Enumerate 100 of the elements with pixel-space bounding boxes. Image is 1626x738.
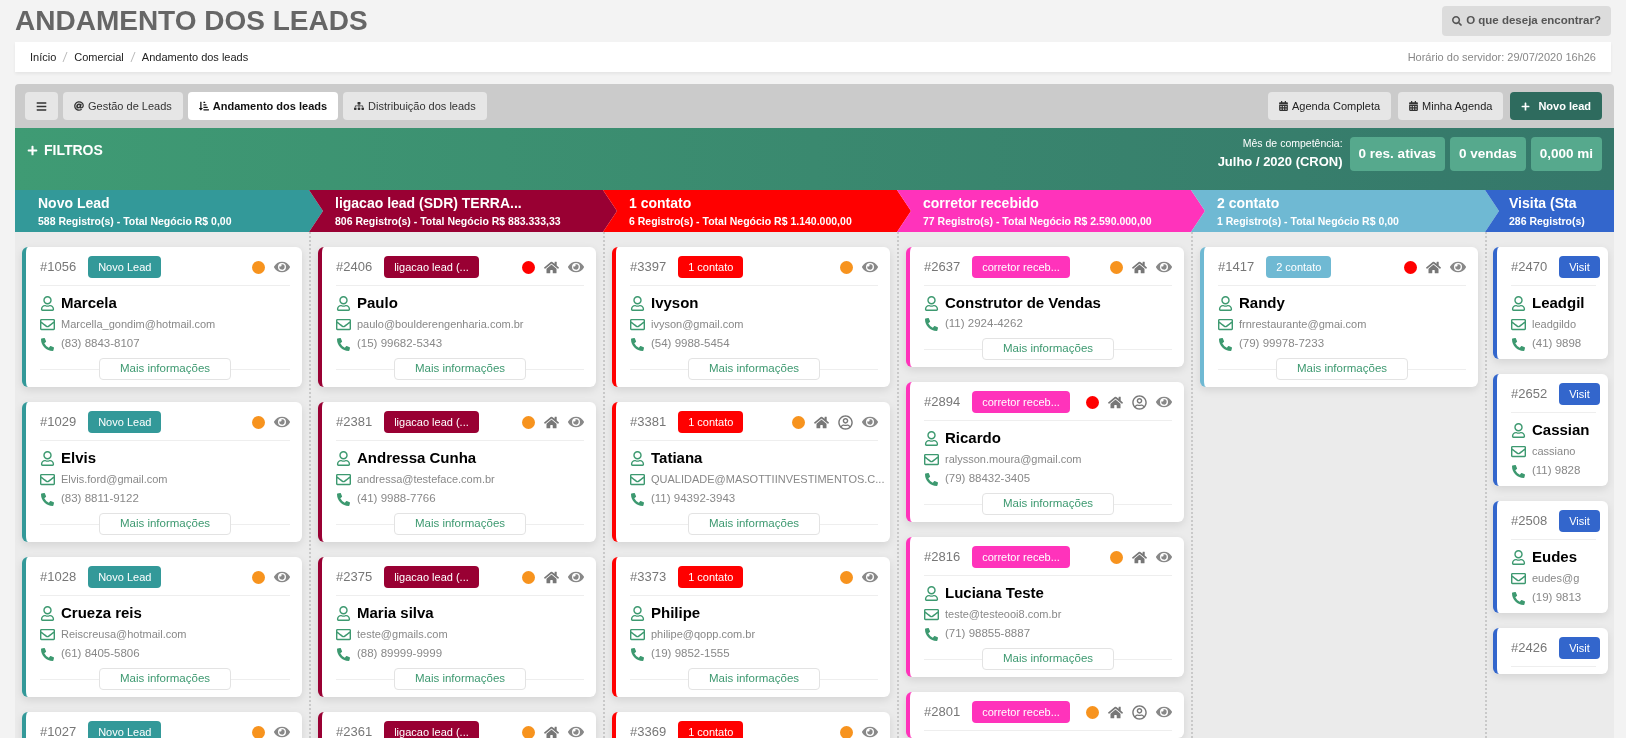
menu-icon — [36, 100, 47, 112]
lead-email: leadgildo — [1532, 316, 1577, 332]
user-icon — [1511, 295, 1526, 311]
view-icon[interactable] — [862, 414, 878, 430]
lead-id: #3381 — [630, 413, 667, 432]
more-info-button[interactable]: Mais informações — [1275, 358, 1409, 380]
view-icon[interactable] — [1450, 259, 1466, 275]
view-icon[interactable] — [1156, 259, 1172, 275]
view-icon[interactable] — [862, 259, 878, 275]
lead-id: #2381 — [336, 413, 373, 432]
lead-name: Cassian — [1532, 419, 1590, 440]
more-info-button[interactable]: Mais informações — [393, 513, 527, 535]
breadcrumb-link[interactable]: Andamento dos leads — [141, 48, 249, 66]
lead-name: Crueza reis — [61, 602, 142, 623]
view-icon[interactable] — [568, 569, 584, 585]
calendar-button[interactable]: Agenda Completa — [1268, 92, 1392, 120]
view-icon[interactable] — [274, 414, 290, 430]
mail-icon — [40, 626, 55, 642]
view-icon[interactable] — [862, 569, 878, 585]
view-icon[interactable] — [1156, 394, 1172, 410]
lead-id: #2508 — [1511, 512, 1548, 531]
sitemap-icon — [354, 101, 365, 111]
more-info-button[interactable]: Mais informações — [393, 358, 527, 380]
view-icon[interactable] — [1156, 549, 1172, 565]
view-tab[interactable]: Gestão de Leads — [63, 92, 183, 120]
lead-name: Randy — [1239, 292, 1285, 313]
lead-phone: (41) 9898 — [1532, 336, 1582, 352]
stage-tag: 1 contato — [678, 255, 744, 279]
phone-icon — [41, 492, 54, 506]
mail-icon — [336, 316, 351, 332]
mail-icon — [40, 316, 55, 332]
stage-title: 1 contato — [629, 193, 693, 213]
more-info-button[interactable]: Mais informações — [981, 648, 1115, 670]
view-icon[interactable] — [274, 259, 290, 275]
stage-tag: corretor receb... — [972, 255, 1070, 279]
lead-id: #2637 — [924, 258, 961, 277]
user-icon — [630, 450, 645, 466]
user-icon — [40, 450, 55, 466]
view-tab[interactable]: Andamento dos leads — [187, 92, 339, 120]
lead-email: teste@gmails.com — [357, 626, 448, 642]
more-info-button[interactable]: Mais informações — [687, 358, 821, 380]
stage-tag: ligacao lead (... — [384, 410, 479, 434]
lead-email: andressa@testeface.com.br — [357, 471, 495, 487]
more-info-button[interactable]: Mais informações — [981, 338, 1115, 360]
view-icon[interactable] — [274, 569, 290, 585]
filters-toggle[interactable]: FILTROS — [27, 140, 103, 161]
stage-tag: 1 contato — [678, 410, 744, 434]
lead-email: QUALIDADE@MASOTTIINVESTIMENTOS.C... — [651, 471, 885, 487]
stage-summary: 588 Registro(s) - Total Negócio R$ 0,00 — [38, 213, 233, 229]
lead-email: paulo@boulderengenharia.com.br — [357, 316, 524, 332]
breadcrumb-link[interactable]: Comercial — [74, 48, 124, 66]
new-lead-button[interactable]: Novo lead — [1510, 92, 1602, 120]
lead-phone: (61) 8405-5806 — [61, 646, 140, 662]
lead-name: Tatiana — [651, 447, 703, 468]
server-time: Horário do servidor: 29/07/2020 16h26 — [1407, 49, 1596, 65]
stage-tag: Visit — [1559, 382, 1600, 406]
view-icon[interactable] — [274, 724, 290, 738]
period-value: Julho / 2020 (CRON) — [1217, 152, 1343, 171]
more-info-button[interactable]: Mais informações — [98, 358, 232, 380]
breadcrumb-link[interactable]: Início — [30, 48, 57, 66]
stage-summary: 286 Registro(s) — [1509, 213, 1586, 229]
stage-title: corretor recebido — [923, 193, 1040, 213]
more-info-button[interactable]: Mais informações — [687, 513, 821, 535]
stage-tag: Visit — [1559, 636, 1600, 660]
stat-pill: 0,000 mi — [1530, 136, 1602, 171]
more-info-button[interactable]: Mais informações — [98, 668, 232, 690]
lead-email: philipe@qopp.com.br — [651, 626, 756, 642]
search-button[interactable]: O que deseja encontrar? — [1442, 6, 1611, 36]
lead-id: #1417 — [1218, 258, 1255, 277]
mail-icon — [336, 626, 351, 642]
user-icon — [336, 450, 351, 466]
view-icon[interactable] — [568, 724, 584, 738]
view-tab[interactable]: Distribuição dos leads — [343, 92, 487, 120]
menu-button[interactable] — [25, 92, 58, 120]
calendar-button[interactable]: Minha Agenda — [1398, 92, 1504, 120]
lead-phone: (11) 2924-4262 — [945, 316, 1023, 332]
view-icon[interactable] — [862, 724, 878, 738]
lead-name: Paulo — [357, 292, 398, 313]
view-icon[interactable] — [568, 259, 584, 275]
more-info-button[interactable]: Mais informações — [393, 668, 527, 690]
mail-icon — [1218, 316, 1233, 332]
more-info-button[interactable]: Mais informações — [98, 513, 232, 535]
lead-phone: (41) 9988-7766 — [357, 491, 436, 507]
user-icon — [40, 295, 55, 311]
lead-id: #2375 — [336, 568, 373, 587]
stage-tag: Novo Lead — [88, 410, 162, 434]
user-icon — [630, 295, 645, 311]
lead-id: #2801 — [924, 703, 961, 722]
more-info-button[interactable]: Mais informações — [981, 493, 1115, 515]
view-icon[interactable] — [1156, 704, 1172, 720]
lead-phone: (11) 94392-3943 — [651, 491, 736, 507]
user-icon — [1511, 549, 1526, 565]
lead-name: Elvis — [61, 447, 97, 468]
more-info-button[interactable]: Mais informações — [687, 668, 821, 690]
phone-icon — [41, 647, 54, 661]
mail-icon — [630, 316, 645, 332]
lead-id: #2816 — [924, 548, 961, 567]
stat-pill: 0 res. ativas — [1349, 136, 1445, 171]
view-icon[interactable] — [568, 414, 584, 430]
lead-name: Luciana Teste — [945, 582, 1044, 603]
